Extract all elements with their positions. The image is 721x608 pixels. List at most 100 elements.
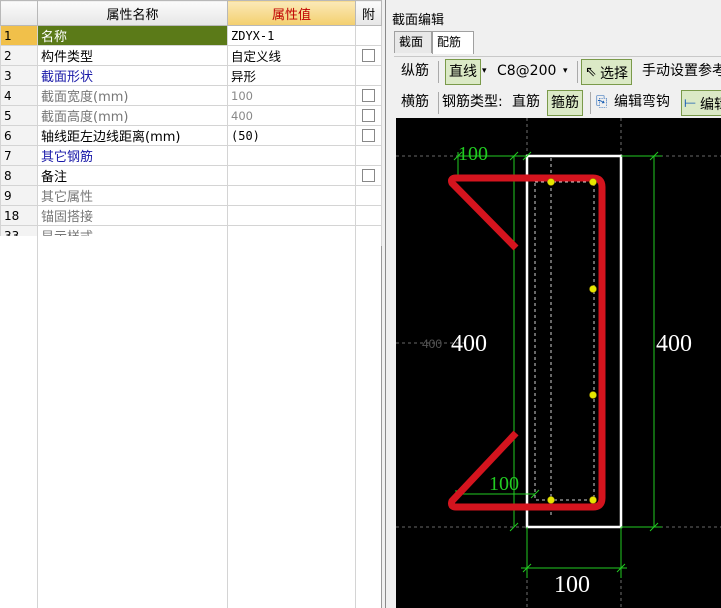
drawing-canvas[interactable]: 100 400 400 100 100 400: [396, 118, 721, 608]
header-property-value[interactable]: 属性值: [227, 0, 356, 26]
rebar-point[interactable]: [589, 391, 597, 399]
attach-cell: [355, 185, 382, 206]
edit-hook-button[interactable]: 编辑弯钩: [614, 88, 670, 116]
editor-title: 截面编辑: [392, 13, 445, 28]
select-button[interactable]: ⇖ 选择: [581, 59, 632, 85]
row-number: 6: [0, 125, 38, 146]
property-name: 锚固搭接: [41, 210, 94, 225]
property-grid: 属性名称 属性值 附 1 名称 ZDYX-1 2 构件类型 自定义线 3 截面形状 异形 4 截面宽…: [0, 0, 382, 608]
property-value-cell[interactable]: 自定义线: [227, 45, 356, 66]
tab-section[interactable]: 截面: [394, 31, 432, 53]
attach-cell: [355, 45, 382, 66]
attach-checkbox[interactable]: [362, 129, 375, 142]
section-outline[interactable]: [525, 154, 623, 529]
line-dropdown-icon[interactable]: ▾: [482, 57, 487, 85]
row-number: 9: [0, 185, 38, 206]
edit2-button[interactable]: ⟝编辑: [681, 90, 721, 116]
property-row[interactable]: 9+其它属性: [0, 185, 382, 206]
property-name-cell[interactable]: 名称: [37, 25, 228, 46]
property-name: 名称: [41, 30, 68, 45]
grid-empty-area: [0, 236, 381, 608]
app-window: 属性名称 属性值 附 1 名称 ZDYX-1 2 构件类型 自定义线 3 截面形状 异形 4 截面宽…: [0, 0, 721, 608]
rebar-point[interactable]: [589, 285, 597, 293]
property-name-cell[interactable]: 截面宽度(mm): [37, 85, 228, 106]
attach-cell: [355, 25, 382, 46]
attach-checkbox[interactable]: [362, 109, 375, 122]
spec-combo[interactable]: C8@200: [497, 57, 556, 85]
attach-cell: [355, 145, 382, 166]
property-value-cell[interactable]: ZDYX-1: [227, 25, 356, 46]
property-value-cell[interactable]: 异形: [227, 65, 356, 86]
row-number: 4: [0, 85, 38, 106]
spec-dropdown-icon[interactable]: ▾: [563, 57, 568, 85]
edit-line-icon: ⟝: [684, 95, 696, 111]
ghost-label: 400: [422, 337, 442, 351]
rebar-point[interactable]: [589, 178, 597, 186]
row-number: 1: [0, 25, 38, 46]
attach-cell: [355, 205, 382, 226]
property-name: 截面宽度(mm): [41, 90, 129, 105]
dim-top-text: 100: [458, 143, 488, 165]
property-name-cell[interactable]: 轴线距左边线距离(mm): [37, 125, 228, 146]
select-button-label: 选择: [600, 66, 628, 82]
property-row[interactable]: 6 轴线距左边线距离(mm) (50): [0, 125, 382, 146]
rebar-type-label: 钢筋类型:: [442, 94, 503, 110]
attach-checkbox[interactable]: [362, 89, 375, 102]
header-property-name[interactable]: 属性名称: [37, 0, 228, 26]
section-editor-panel: 截面编辑 截面 配筋 纵筋 直线 ▾ C8@200 ▾ ⇖ 选择 手动设置参考 横…: [385, 0, 721, 608]
property-name-cell[interactable]: 截面形状: [37, 65, 228, 86]
manual-reference-label[interactable]: 手动设置参考: [642, 57, 721, 85]
toolbar-longitudinal: 纵筋 直线 ▾ C8@200 ▾ ⇖ 选择 手动设置参考: [394, 56, 721, 86]
reference-lines: [396, 118, 721, 608]
attach-checkbox[interactable]: [362, 169, 375, 182]
rebar-point[interactable]: [589, 496, 597, 504]
row-number: 8: [0, 165, 38, 186]
attach-checkbox[interactable]: [362, 49, 375, 62]
toolbar-separator: [590, 92, 591, 114]
rebar-type-value[interactable]: 直筋: [512, 88, 540, 116]
horizontal-label: 横筋: [401, 94, 429, 110]
tab-rebar[interactable]: 配筋: [432, 31, 474, 54]
rebar-point[interactable]: [547, 178, 555, 186]
property-value-cell[interactable]: (50): [227, 125, 356, 146]
edit2-label: 编辑: [700, 97, 721, 113]
property-row[interactable]: 2 构件类型 自定义线: [0, 45, 382, 66]
property-name: 其它属性: [41, 190, 94, 205]
property-row[interactable]: 18+锚固搭接: [0, 205, 382, 226]
grid-column-line: [37, 236, 38, 608]
attach-cell: [355, 125, 382, 146]
row-number: 2: [0, 45, 38, 66]
property-name-cell[interactable]: +锚固搭接: [37, 205, 228, 226]
property-name-cell[interactable]: 构件类型: [37, 45, 228, 66]
property-row[interactable]: 5 截面高度(mm) 400: [0, 105, 382, 126]
attach-cell: [355, 165, 382, 186]
property-row[interactable]: 1 名称 ZDYX-1: [0, 25, 382, 46]
header-attach[interactable]: 附: [355, 0, 382, 26]
attach-cell: [355, 85, 382, 106]
property-value-cell[interactable]: 100: [227, 85, 356, 106]
dim-bottom-inner-text: 100: [489, 473, 519, 495]
property-value-cell[interactable]: 400: [227, 105, 356, 126]
property-value-cell[interactable]: [227, 205, 356, 226]
property-name-cell[interactable]: 其它钢筋: [37, 145, 228, 166]
stirrup-button[interactable]: 箍筋: [547, 90, 583, 116]
property-name: 构件类型: [41, 50, 94, 65]
rebar-point[interactable]: [547, 496, 555, 504]
line-button[interactable]: 直线: [445, 59, 481, 85]
property-name-cell[interactable]: 截面高度(mm): [37, 105, 228, 126]
section-drawing: 100 400 400 100 100 400: [396, 118, 721, 608]
grid-column-line: [227, 236, 228, 608]
dim-bottom-text: 100: [554, 572, 590, 598]
property-row[interactable]: 8 备注: [0, 165, 382, 186]
property-row[interactable]: 7 其它钢筋: [0, 145, 382, 166]
property-name-cell[interactable]: 备注: [37, 165, 228, 186]
property-name: 轴线距左边线距离(mm): [41, 130, 181, 145]
property-value-cell[interactable]: [227, 145, 356, 166]
property-row[interactable]: 3 截面形状 异形: [0, 65, 382, 86]
property-row[interactable]: 4 截面宽度(mm) 100: [0, 85, 382, 106]
row-number: 18: [0, 205, 38, 226]
property-name-cell[interactable]: +其它属性: [37, 185, 228, 206]
property-value-cell[interactable]: [227, 185, 356, 206]
dim-right-text: 400: [656, 331, 692, 357]
property-value-cell[interactable]: [227, 165, 356, 186]
